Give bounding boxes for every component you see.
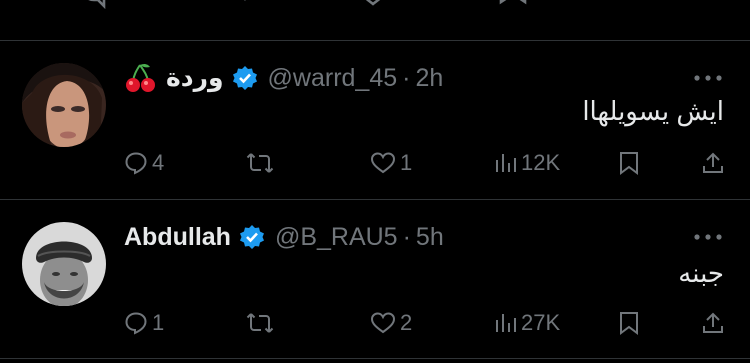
reply-count: 4: [152, 150, 165, 175]
views-button[interactable]: 12K: [495, 143, 560, 183]
separator: ·: [402, 63, 411, 92]
share-icon[interactable]: [624, 0, 658, 14]
views-icon: [496, 314, 516, 332]
repost-icon: [246, 153, 274, 173]
bookmark-icon: [620, 312, 638, 335]
avatar[interactable]: [22, 222, 106, 306]
more-icon[interactable]: [693, 231, 723, 243]
view-count: 12K: [521, 150, 561, 175]
verified-badge-icon: [232, 66, 257, 90]
tweet[interactable]: وردة @warrd_45 · 2h ايش يسويلهاا 4 1 12K: [0, 41, 750, 199]
avatar[interactable]: [22, 63, 106, 147]
display-name[interactable]: Abdullah: [124, 223, 231, 252]
view-count: 27K: [521, 310, 561, 335]
share-button[interactable]: [701, 143, 725, 183]
repost-button[interactable]: [246, 143, 278, 183]
tweet-header: Abdullah @B_RAU5 · 5h: [124, 217, 444, 257]
tweet-text: جبنه: [678, 258, 724, 288]
share-button[interactable]: [701, 303, 725, 343]
reply-button[interactable]: 4: [124, 143, 164, 183]
tweet-header: وردة @warrd_45 · 2h: [124, 58, 443, 98]
repost-icon[interactable]: [218, 0, 252, 14]
tweet-actions: 1 2 27K: [0, 303, 750, 343]
views-icon: [496, 154, 516, 172]
tweet-text: ايش يسويلهاا: [582, 96, 724, 126]
repost-icon: [246, 313, 274, 333]
verified-badge-icon: [239, 225, 264, 249]
user-handle[interactable]: @warrd_45: [268, 64, 398, 93]
bookmark-icon: [620, 152, 638, 175]
repost-button[interactable]: [246, 303, 278, 343]
previous-tweet-actions: [0, 0, 750, 40]
bookmark-icon[interactable]: [496, 0, 530, 14]
timestamp[interactable]: 2h: [415, 64, 443, 93]
divider: [0, 358, 750, 359]
reply-icon[interactable]: [78, 0, 112, 14]
user-handle[interactable]: @B_RAU5: [275, 223, 398, 252]
reply-button[interactable]: 1: [124, 303, 164, 343]
more-icon[interactable]: [693, 72, 723, 84]
tweet-actions: 4 1 12K: [0, 143, 750, 183]
like-button[interactable]: 1: [370, 143, 412, 183]
tweet[interactable]: Abdullah @B_RAU5 · 5h جبنه 1 2 27K: [0, 200, 750, 358]
reply-count: 1: [152, 310, 165, 335]
cherry-emoji-icon: [126, 63, 155, 92]
bookmark-button[interactable]: [618, 303, 640, 343]
reply-icon: [125, 152, 147, 175]
share-icon: [703, 152, 723, 173]
display-name[interactable]: وردة: [166, 63, 224, 93]
separator: ·: [402, 222, 411, 251]
heart-icon: [370, 152, 396, 174]
heart-icon: [370, 312, 396, 334]
share-icon: [703, 312, 723, 333]
views-button[interactable]: 27K: [495, 303, 560, 343]
timestamp[interactable]: 5h: [416, 223, 444, 252]
like-count: 1: [400, 150, 413, 175]
like-button[interactable]: 2: [370, 303, 412, 343]
like-count: 2: [400, 310, 413, 335]
heart-icon[interactable]: [356, 0, 390, 14]
reply-icon: [125, 312, 147, 335]
bookmark-button[interactable]: [618, 143, 640, 183]
